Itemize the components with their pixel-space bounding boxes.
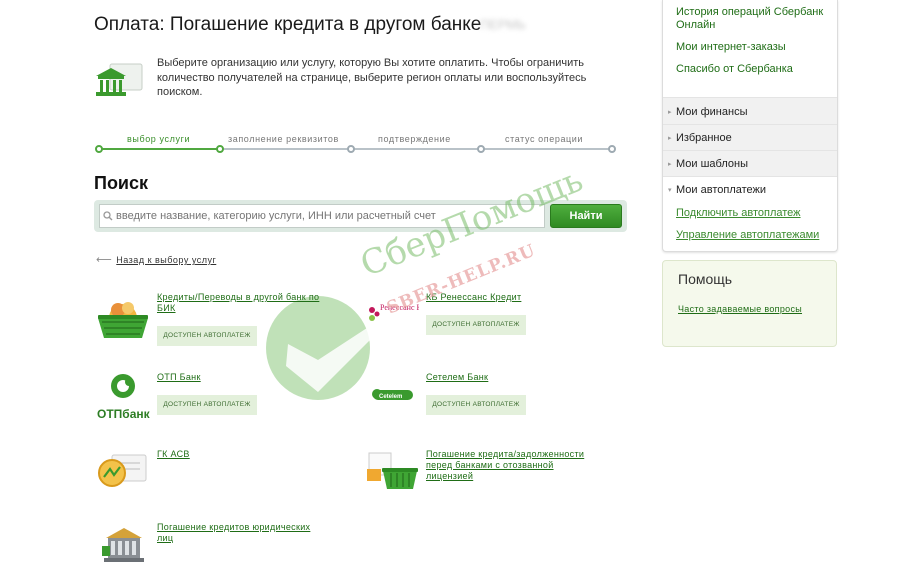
service-item[interactable]: Cetelem Сетелем Банк ДОСТУПЕН АВТОПЛАТЕЖ: [365, 372, 585, 432]
autopay-badge: ДОСТУПЕН АВТОПЛАТЕЖ: [157, 326, 257, 346]
help-panel: Помощь Часто задаваемые вопросы: [662, 260, 837, 347]
intro-text: Выберите организацию или услугу, которую…: [157, 57, 587, 98]
service-item[interactable]: ГК АСВ: [96, 449, 316, 509]
document-coin-icon: [98, 454, 147, 487]
service-name[interactable]: Погашение кредитов юридических лиц: [157, 522, 327, 544]
sidebar-link-connect-autopay[interactable]: Подключить автоплатеж: [676, 207, 801, 220]
service-name[interactable]: ГК АСВ: [157, 449, 327, 460]
bank-building-icon: [102, 528, 144, 562]
back-link-label: Назад к выбору услуг: [116, 255, 217, 265]
step-dot-5: [608, 145, 616, 153]
chevron-right-icon: ▸: [668, 109, 672, 116]
step-label-fill-details: заполнение реквизитов: [228, 134, 339, 144]
sidebar-link-history[interactable]: История операций Сбербанк Онлайн: [676, 6, 836, 32]
autopay-badge: ДОСТУПЕН АВТОПЛАТЕЖ: [426, 315, 526, 335]
back-to-services-link[interactable]: ⟵ Назад к выбору услуг: [96, 253, 216, 266]
step-dot-4: [477, 145, 485, 153]
step-dot-2: [216, 145, 224, 153]
step-dot-1: [95, 145, 103, 153]
sidebar-item-my-finances[interactable]: Мои финансы: [676, 106, 747, 118]
service-item[interactable]: ОТПбанк ОТП Банк ДОСТУПЕН АВТОПЛАТЕЖ: [96, 372, 316, 432]
service-item[interactable]: Кредиты/Переводы в другой банк по БИК ДО…: [96, 292, 319, 352]
sidebar-item-favorites[interactable]: Избранное: [676, 132, 732, 144]
step-label-select-service: выбор услуги: [127, 134, 191, 144]
logo-text: Cetelem: [379, 394, 402, 400]
basket-document-icon: [367, 452, 418, 489]
chevron-down-icon: ▾: [668, 187, 672, 194]
page-title: Оплата: Погашение кредита в другом банке: [94, 14, 482, 35]
sidebar-link-manage-autopay[interactable]: Управление автоплатежами: [676, 229, 819, 242]
faq-link[interactable]: Часто задаваемые вопросы: [678, 304, 808, 315]
progress-steps: выбор услуги заполнение реквизитов подтв…: [95, 132, 616, 156]
divider: [663, 176, 837, 177]
search-icon: [103, 211, 113, 221]
service-name[interactable]: Погашение кредита/задолженности перед ба…: [426, 449, 596, 482]
sidebar: История операций Сбербанк Онлайн Мои инт…: [662, 0, 838, 252]
cetelem-logo-icon: Cetelem: [372, 389, 413, 400]
divider: [663, 124, 837, 125]
step-dot-3: [347, 145, 355, 153]
service-item[interactable]: Погашение кредитов юридических лиц: [96, 522, 316, 572]
service-name[interactable]: Кредиты/Переводы в другой банк по БИК: [157, 292, 327, 314]
step-label-confirm: подтверждение: [378, 134, 451, 144]
service-name[interactable]: ОТП Банк: [157, 372, 327, 383]
autopay-badge: ДОСТУПЕН АВТОПЛАТЕЖ: [157, 395, 257, 415]
region-label: ПЕРМЬ: [480, 17, 526, 32]
divider: [663, 150, 837, 151]
step-label-status: статус операции: [505, 134, 584, 144]
sidebar-link-spasibo[interactable]: Спасибо от Сбербанка: [676, 63, 793, 76]
service-name[interactable]: Сетелем Банк: [426, 372, 596, 383]
search-title: Поиск: [94, 173, 149, 193]
arrow-left-icon: ⟵: [96, 254, 113, 266]
help-title: Помощь: [678, 271, 733, 287]
basket-money-icon: [98, 302, 148, 338]
sidebar-item-templates[interactable]: Мои шаблоны: [676, 158, 748, 170]
chevron-right-icon: ▸: [668, 135, 672, 142]
logo-text: ОТПбанк: [97, 407, 150, 421]
autopay-badge: ДОСТУПЕН АВТОПЛАТЕЖ: [426, 395, 526, 415]
bank-payment-icon: [94, 62, 144, 102]
chevron-right-icon: ▸: [668, 161, 672, 168]
service-item[interactable]: Погашение кредита/задолженности перед ба…: [365, 449, 585, 509]
otp-logo-icon: ОТПбанк: [97, 374, 150, 421]
sidebar-item-autopayments[interactable]: Мои автоплатежи: [676, 184, 766, 196]
divider: [663, 97, 837, 98]
progress-fill: [98, 148, 220, 150]
sidebar-link-internet-orders[interactable]: Мои интернет-заказы: [676, 41, 786, 54]
